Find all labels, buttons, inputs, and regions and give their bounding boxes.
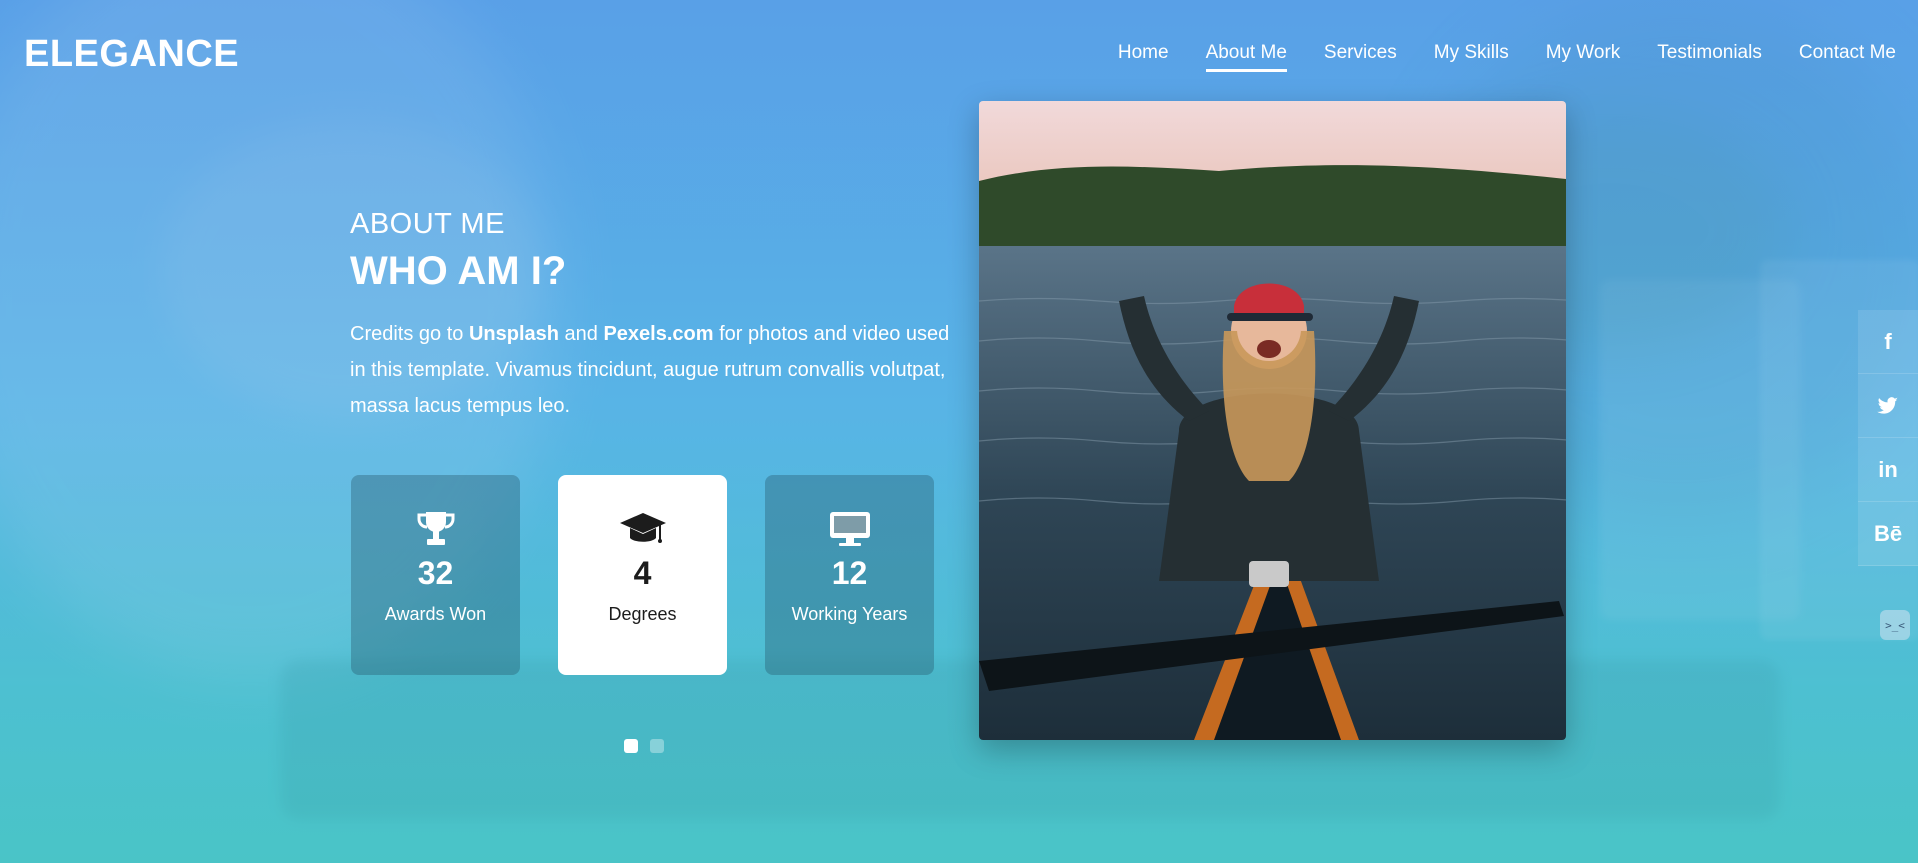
- carousel-dots: [624, 739, 664, 753]
- section-heading: WHO AM I?: [350, 249, 567, 293]
- site-logo[interactable]: ELEGANCE: [24, 33, 239, 76]
- stat-card-awards: 32 Awards Won: [351, 475, 520, 675]
- credit-pexels: Pexels.com: [603, 323, 714, 345]
- facebook-icon[interactable]: f: [1858, 310, 1918, 374]
- profile-photo: [979, 101, 1566, 740]
- credit-unsplash: Unsplash: [468, 323, 559, 345]
- main-nav: Home About Me Services My Skills My Work…: [1081, 42, 1896, 72]
- twitter-icon[interactable]: [1858, 374, 1918, 438]
- linkedin-icon[interactable]: in: [1858, 438, 1918, 502]
- graduation-cap-icon: [619, 509, 667, 549]
- section-kicker: ABOUT ME: [350, 208, 505, 240]
- nav-my-work[interactable]: My Work: [1546, 42, 1621, 72]
- stat-label: Awards Won: [384, 604, 487, 624]
- stat-value: 4: [633, 555, 652, 591]
- carousel-dot-1[interactable]: [624, 739, 638, 753]
- nav-about-me[interactable]: About Me: [1205, 42, 1288, 72]
- stat-card-working-years: 12 Working Years: [765, 475, 934, 675]
- stat-value: 12: [831, 555, 868, 591]
- stat-card-degrees: 4 Degrees: [558, 475, 727, 675]
- monitor-icon: [826, 509, 874, 549]
- background-scene: [0, 0, 1918, 863]
- assistant-widget-icon[interactable]: >_<: [1880, 610, 1910, 640]
- stat-label: Working Years: [791, 604, 908, 624]
- about-section: ABOUT ME WHO AM I? Credits go to Unsplas…: [350, 208, 950, 424]
- behance-icon[interactable]: Bē: [1858, 502, 1918, 566]
- nav-contact-me[interactable]: Contact Me: [1799, 42, 1896, 72]
- nav-my-skills[interactable]: My Skills: [1434, 42, 1509, 72]
- trophy-icon: [412, 509, 460, 549]
- about-description: Credits go to Unsplash and Pexels.com fo…: [350, 323, 950, 417]
- nav-services[interactable]: Services: [1324, 42, 1397, 72]
- carousel-dot-2[interactable]: [650, 739, 664, 753]
- nav-testimonials[interactable]: Testimonials: [1657, 42, 1762, 72]
- nav-home[interactable]: Home: [1118, 42, 1169, 72]
- stat-label: Degrees: [608, 604, 677, 624]
- social-sidebar: f in Bē: [1858, 310, 1918, 566]
- stats-row: 32 Awards Won 4 Degrees 12 Working Years: [351, 475, 934, 675]
- stat-value: 32: [417, 555, 454, 591]
